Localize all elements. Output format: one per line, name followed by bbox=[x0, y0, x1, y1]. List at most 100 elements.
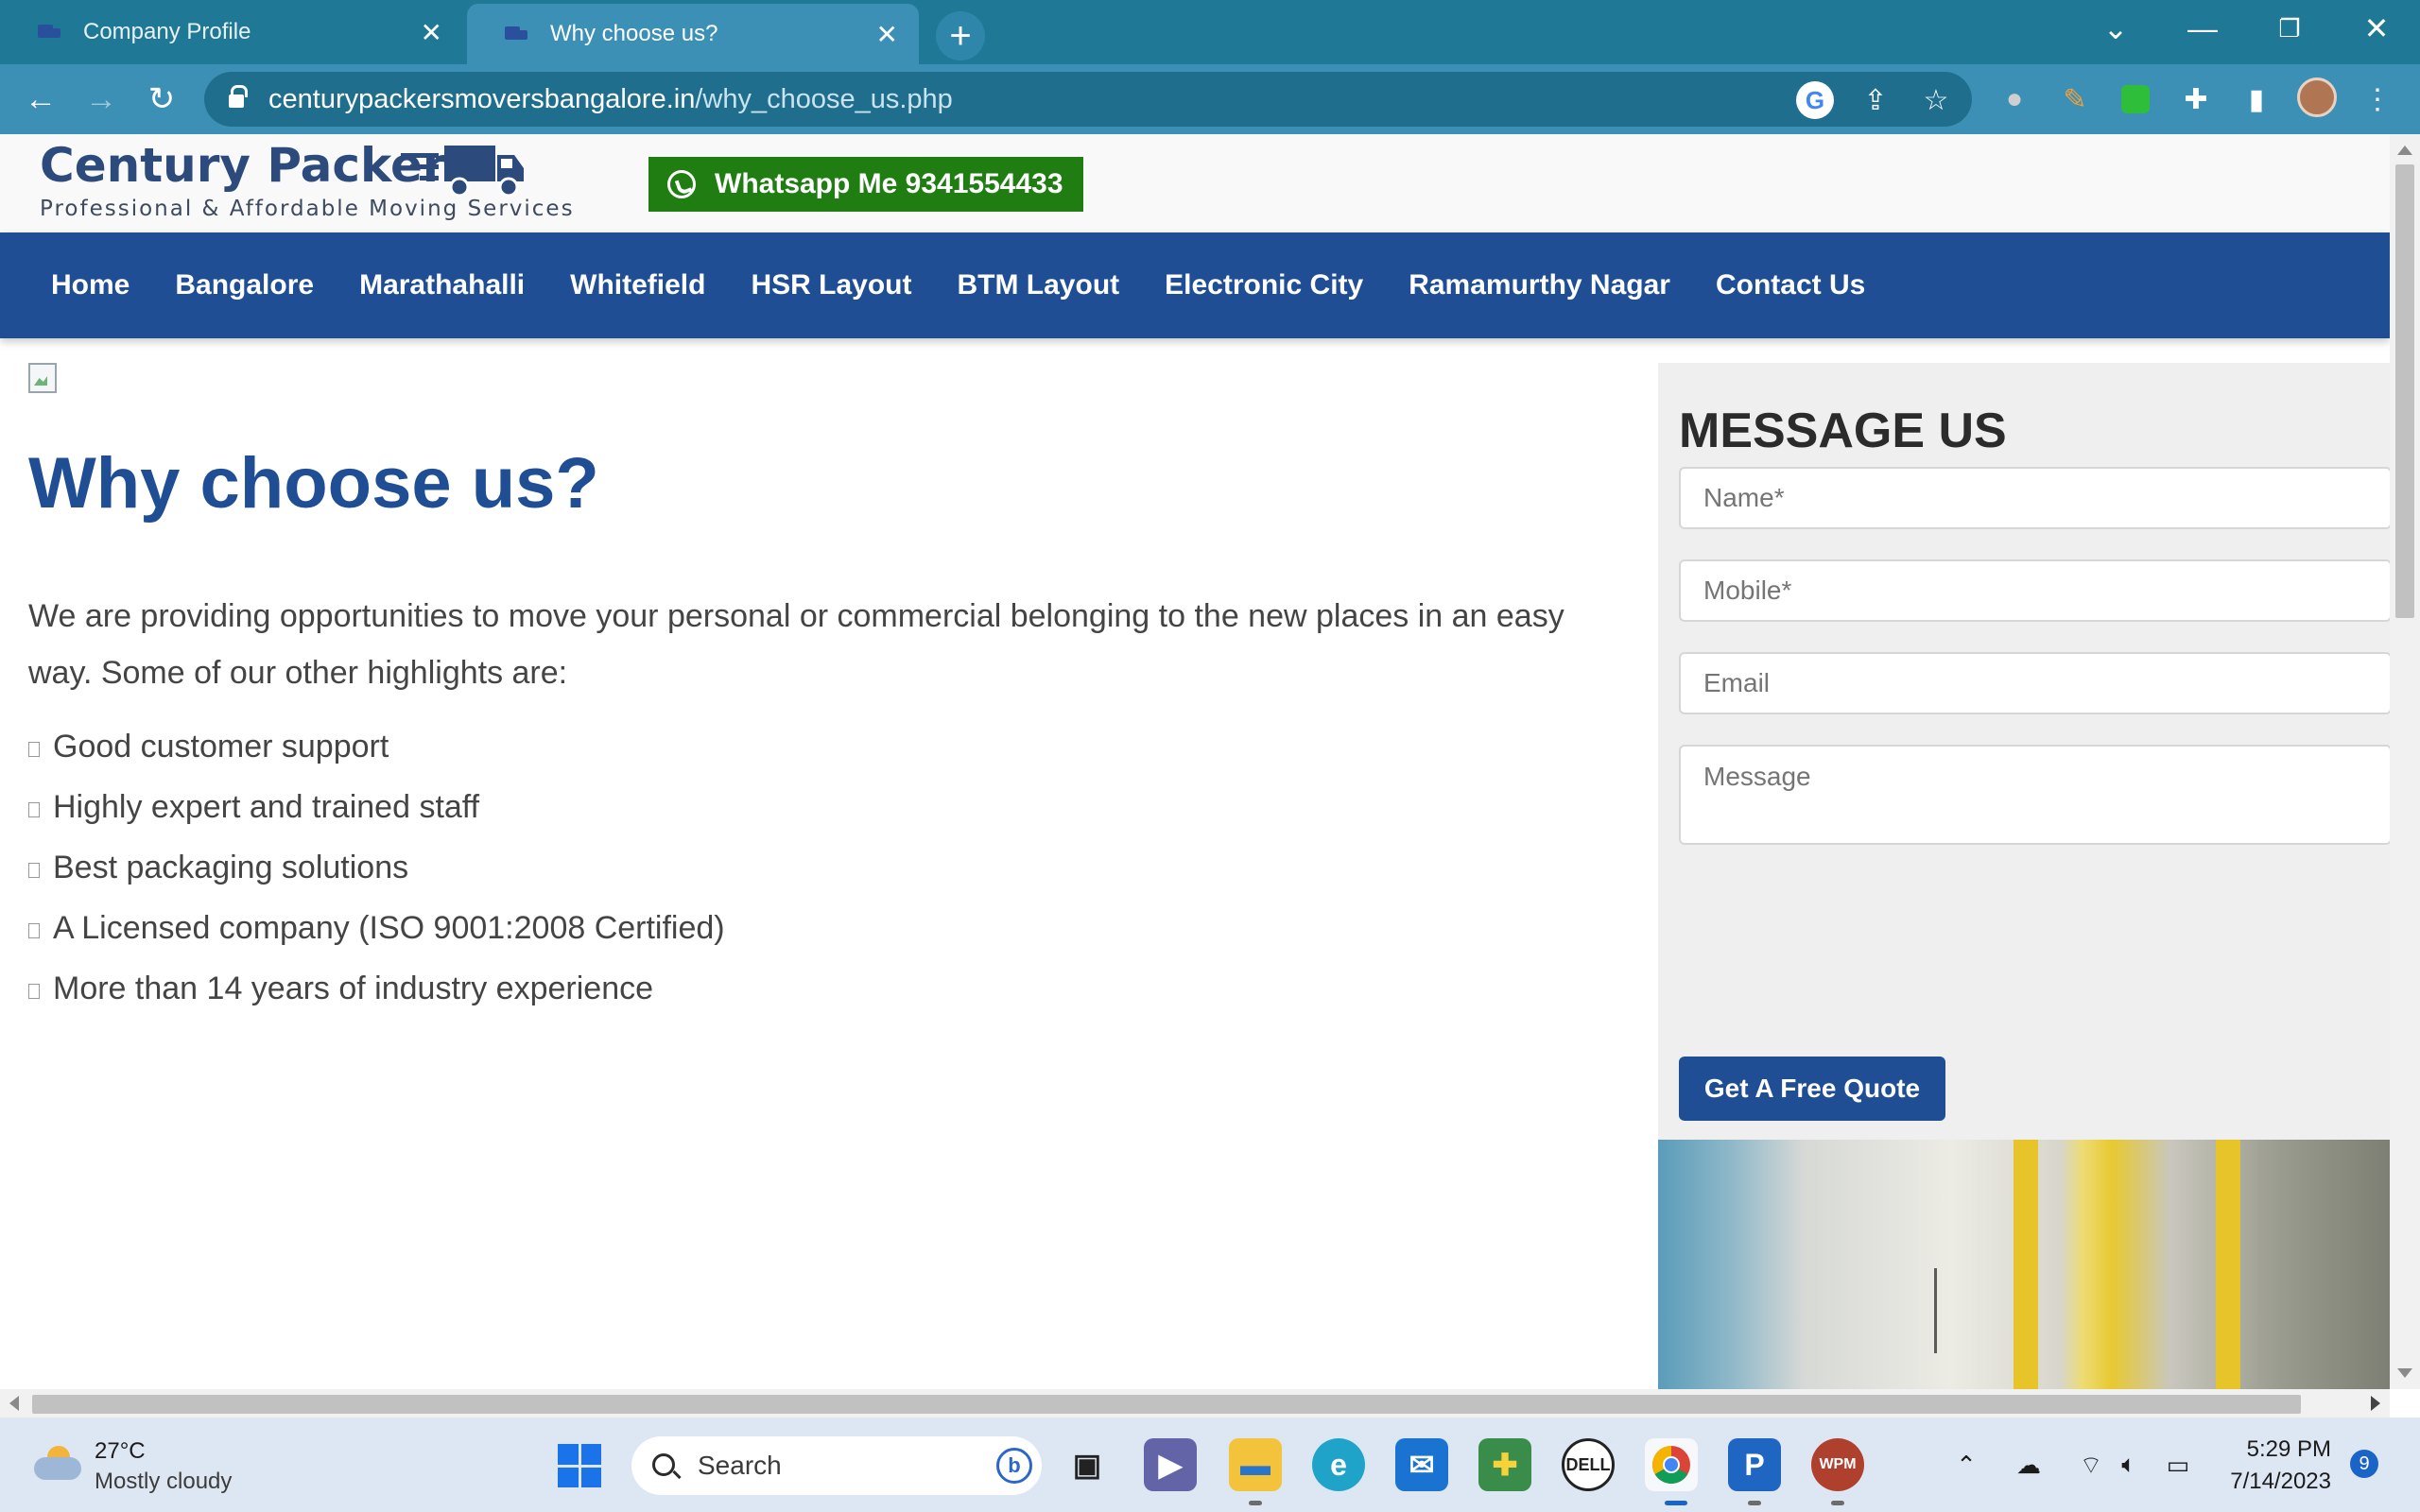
scrollbar-thumb[interactable] bbox=[2395, 164, 2414, 618]
running-indicator bbox=[1249, 1501, 1262, 1505]
onedrive-icon[interactable]: ☁ bbox=[2012, 1450, 2046, 1480]
start-button[interactable] bbox=[558, 1444, 601, 1487]
mobile-field[interactable] bbox=[1679, 559, 2390, 622]
battery-icon[interactable]: ▭ bbox=[2161, 1450, 2195, 1480]
close-tab-icon[interactable]: ✕ bbox=[421, 17, 442, 48]
bookmark-star-icon[interactable]: ☆ bbox=[1917, 81, 1955, 119]
reload-button[interactable]: ↻ bbox=[140, 77, 183, 121]
nav-item-marathahalli[interactable]: Marathahalli bbox=[359, 269, 525, 301]
truck-logo-icon[interactable] bbox=[401, 142, 526, 200]
mail-icon[interactable]: ✉ bbox=[1395, 1438, 1448, 1491]
logo-tagline: Professional & Affordable Moving Service… bbox=[40, 197, 575, 221]
minimize-button[interactable]: — bbox=[2174, 8, 2231, 49]
email-field[interactable] bbox=[1679, 652, 2390, 714]
close-tab-icon[interactable]: ✕ bbox=[876, 19, 898, 50]
address-bar[interactable]: centurypackersmoversbangalore.in/why_cho… bbox=[204, 72, 1972, 127]
bing-icon[interactable]: b bbox=[996, 1448, 1032, 1484]
clock-time[interactable]: 5:29 PM bbox=[2218, 1436, 2331, 1463]
nav-item-ramamurthy-nagar[interactable]: Ramamurthy Nagar bbox=[1409, 269, 1670, 301]
packing-tape bbox=[2014, 1140, 2038, 1389]
back-button[interactable]: ← bbox=[19, 77, 62, 121]
chrome-logo-icon bbox=[1652, 1446, 1690, 1484]
wpm-icon[interactable]: WPM bbox=[1811, 1438, 1864, 1491]
taskbar-search[interactable]: Search b bbox=[631, 1436, 1042, 1495]
file-explorer-icon[interactable]: ▬ bbox=[1229, 1438, 1282, 1491]
chrome-icon[interactable] bbox=[1645, 1438, 1698, 1491]
extensions-puzzle-icon[interactable]: ✚ bbox=[2176, 79, 2216, 119]
clock-date[interactable]: 7/14/2023 bbox=[2218, 1469, 2331, 1495]
nav-item-whitefield[interactable]: Whitefield bbox=[570, 269, 705, 301]
list-item: More than 14 years of industry experienc… bbox=[28, 958, 725, 1019]
teams-icon[interactable]: ▶ bbox=[1144, 1438, 1197, 1491]
whatsapp-button[interactable]: Whatsapp Me 9341554433 bbox=[648, 157, 1083, 212]
wifi-icon[interactable]: ⌔ bbox=[2074, 1450, 2108, 1480]
chevron-up-icon[interactable]: ⌃ bbox=[1949, 1450, 1983, 1480]
reload-icon: ↻ bbox=[147, 81, 176, 117]
close-icon: ✕ bbox=[2363, 11, 2390, 45]
app-p-icon[interactable]: P bbox=[1728, 1438, 1781, 1491]
tab-why-choose-us[interactable]: Why choose us? ✕ bbox=[467, 4, 919, 64]
scroll-left-icon[interactable] bbox=[9, 1396, 19, 1411]
list-item: Good customer support bbox=[28, 716, 725, 777]
side-panel-icon[interactable]: ▮ bbox=[2237, 79, 2276, 119]
active-indicator bbox=[1665, 1501, 1687, 1505]
vertical-scrollbar[interactable] bbox=[2390, 134, 2420, 1389]
nav-item-home[interactable]: Home bbox=[51, 269, 130, 301]
nav-item-bangalore[interactable]: Bangalore bbox=[175, 269, 314, 301]
profile-avatar[interactable] bbox=[2297, 77, 2337, 117]
message-sidebar: MESSAGE US Get A Free Quote bbox=[1658, 363, 2390, 1389]
highlights-list: Good customer support Highly expert and … bbox=[28, 716, 725, 1019]
tab-title: Company Profile bbox=[83, 19, 251, 44]
message-field[interactable] bbox=[1679, 745, 2390, 845]
volume-icon[interactable]: 🔈︎ bbox=[2112, 1450, 2146, 1480]
list-item-text: Best packaging solutions bbox=[53, 849, 409, 885]
arrow-marking bbox=[1934, 1268, 1972, 1353]
windows-logo-pane bbox=[580, 1467, 601, 1487]
bullet-icon bbox=[28, 802, 40, 817]
page-title: Why choose us? bbox=[28, 443, 599, 524]
weather-temperature[interactable]: 27°C bbox=[95, 1438, 146, 1465]
weather-cloud-icon[interactable] bbox=[34, 1444, 81, 1482]
nav-item-btm-layout[interactable]: BTM Layout bbox=[957, 269, 1119, 301]
name-field[interactable] bbox=[1679, 467, 2390, 529]
green-square-icon bbox=[2121, 85, 2150, 113]
horizontal-scrollbar[interactable] bbox=[0, 1389, 2390, 1418]
search-icon bbox=[652, 1453, 675, 1476]
extension-icon[interactable]: ● bbox=[1995, 79, 2034, 119]
dell-icon[interactable]: DELL bbox=[1562, 1438, 1615, 1491]
scrollbar-thumb[interactable] bbox=[32, 1395, 2301, 1414]
bullet-icon bbox=[28, 984, 40, 999]
site-header: Century Packers Professional & Affordabl… bbox=[0, 134, 2390, 232]
task-view-icon[interactable]: ▣ bbox=[1061, 1438, 1114, 1491]
whatsapp-label: Whatsapp Me 9341554433 bbox=[715, 168, 1063, 199]
nav-item-hsr-layout[interactable]: HSR Layout bbox=[751, 269, 911, 301]
url-text[interactable]: centurypackersmoversbangalore.in/why_cho… bbox=[268, 84, 953, 115]
new-tab-button[interactable]: + bbox=[936, 11, 985, 60]
green-extension-icon[interactable] bbox=[2116, 79, 2155, 119]
restore-button[interactable]: ❐ bbox=[2261, 8, 2318, 49]
share-icon[interactable]: ⇪ bbox=[1857, 81, 1894, 119]
lock-icon[interactable] bbox=[229, 85, 248, 108]
get-free-quote-button[interactable]: Get A Free Quote bbox=[1679, 1057, 1945, 1121]
url-path: /why_choose_us.php bbox=[695, 83, 953, 114]
tab-company-profile[interactable]: Company Profile ✕ bbox=[0, 0, 463, 64]
nav-item-electronic-city[interactable]: Electronic City bbox=[1165, 269, 1363, 301]
more-menu-icon[interactable]: ⋮ bbox=[2358, 79, 2397, 119]
forward-button[interactable]: → bbox=[79, 77, 123, 121]
scroll-up-icon[interactable] bbox=[2397, 146, 2412, 155]
weather-description[interactable]: Mostly cloudy bbox=[95, 1469, 232, 1495]
app-plus-icon[interactable]: ✚ bbox=[1478, 1438, 1531, 1491]
tab-search-button[interactable]: ⌄ bbox=[2087, 8, 2144, 49]
notification-badge[interactable]: 9 bbox=[2350, 1450, 2378, 1478]
list-item: Highly expert and trained staff bbox=[28, 777, 725, 837]
windows-logo-pane bbox=[580, 1444, 601, 1465]
edge-icon[interactable]: e bbox=[1312, 1438, 1365, 1491]
scroll-right-icon[interactable] bbox=[2371, 1396, 2380, 1411]
nav-item-contact-us[interactable]: Contact Us bbox=[1716, 269, 1865, 301]
close-window-button[interactable]: ✕ bbox=[2348, 8, 2405, 49]
broken-image-icon bbox=[28, 363, 59, 393]
chevron-down-icon: ⌄ bbox=[2102, 11, 2129, 45]
scroll-down-icon[interactable] bbox=[2397, 1368, 2412, 1378]
pen-extension-icon[interactable]: ✎ bbox=[2055, 79, 2095, 119]
google-icon[interactable]: G bbox=[1796, 81, 1834, 119]
